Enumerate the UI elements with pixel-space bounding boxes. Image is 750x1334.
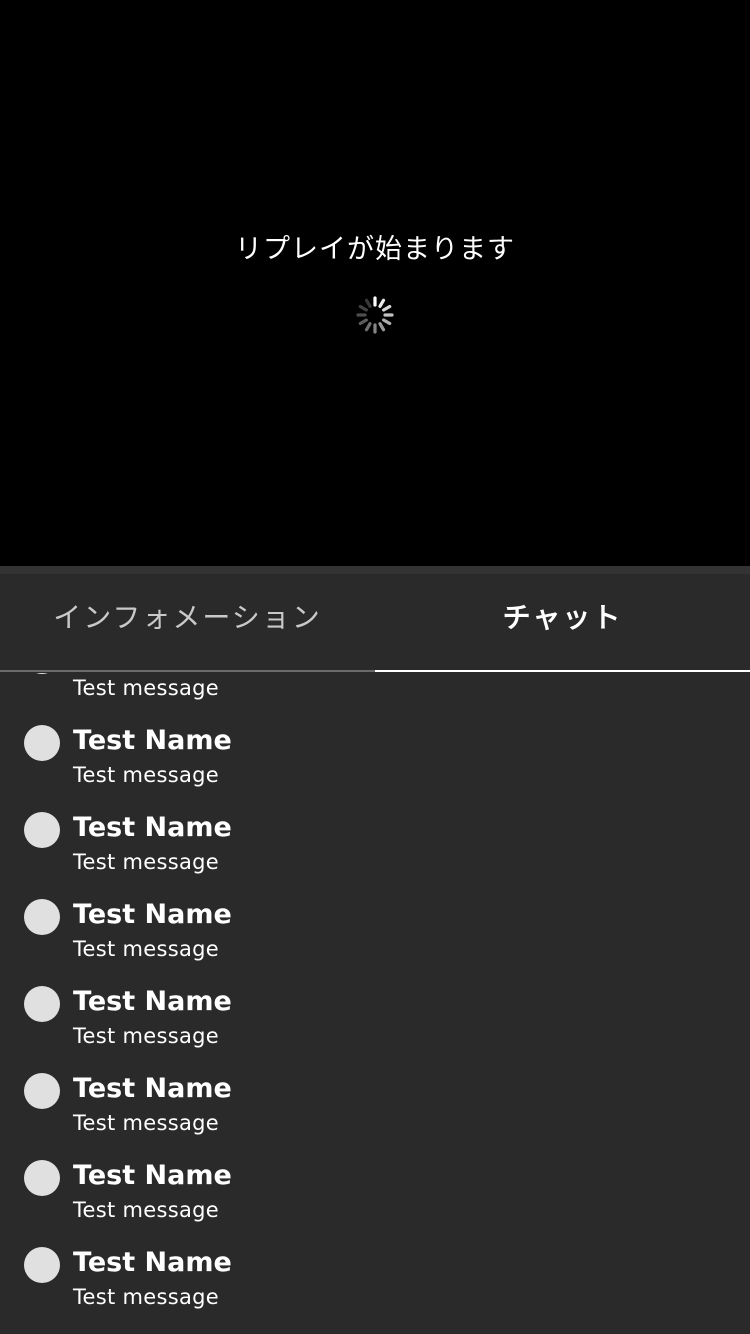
chat-message: Test message [73,676,220,700]
chat-item: Test Name Test message [0,1247,750,1334]
chat-message: Test message [73,1024,220,1048]
tab-information[interactable]: インフォメーション [0,574,375,672]
chat-user-name: Test Name [73,1073,232,1104]
chat-item: Test Name Test message [0,1073,750,1160]
chat-user-name: Test Name [73,899,232,930]
replay-status-text: リプレイが始まります [235,234,515,265]
tab-chat[interactable]: チャット [375,574,750,672]
chat-message: Test message [73,1111,220,1135]
chat-message: Test message [73,937,220,961]
avatar [24,1247,60,1283]
avatar [24,725,60,761]
chat-item: Test Name Test message [0,986,750,1073]
chat-user-name: Test Name [73,986,232,1017]
chat-message: Test message [73,1285,220,1309]
avatar [24,1073,60,1109]
chat-message: Test message [73,1198,220,1222]
avatar [24,899,60,935]
chat-item-partial: Test message [0,673,750,725]
chat-user-name: Test Name [73,812,232,843]
loading-spinner-icon [356,296,394,334]
chat-user-name: Test Name [73,1247,232,1278]
chat-item: Test Name Test message [0,1160,750,1247]
avatar [24,673,60,674]
chat-item: Test Name Test message [0,725,750,812]
chat-item: Test Name Test message [0,899,750,986]
chat-user-name: Test Name [73,1160,232,1191]
avatar [24,986,60,1022]
chat-item: Test Name Test message [0,812,750,899]
video-player[interactable]: リプレイが始まります [0,0,750,566]
chat-user-name: Test Name [73,725,232,756]
tab-bar: インフォメーション チャット [0,574,750,672]
chat-message: Test message [73,850,220,874]
avatar [24,812,60,848]
avatar [24,1160,60,1196]
player-divider [0,566,750,574]
chat-message: Test message [73,763,220,787]
chat-list[interactable]: Test message Test Name Test message Test… [0,673,750,1334]
